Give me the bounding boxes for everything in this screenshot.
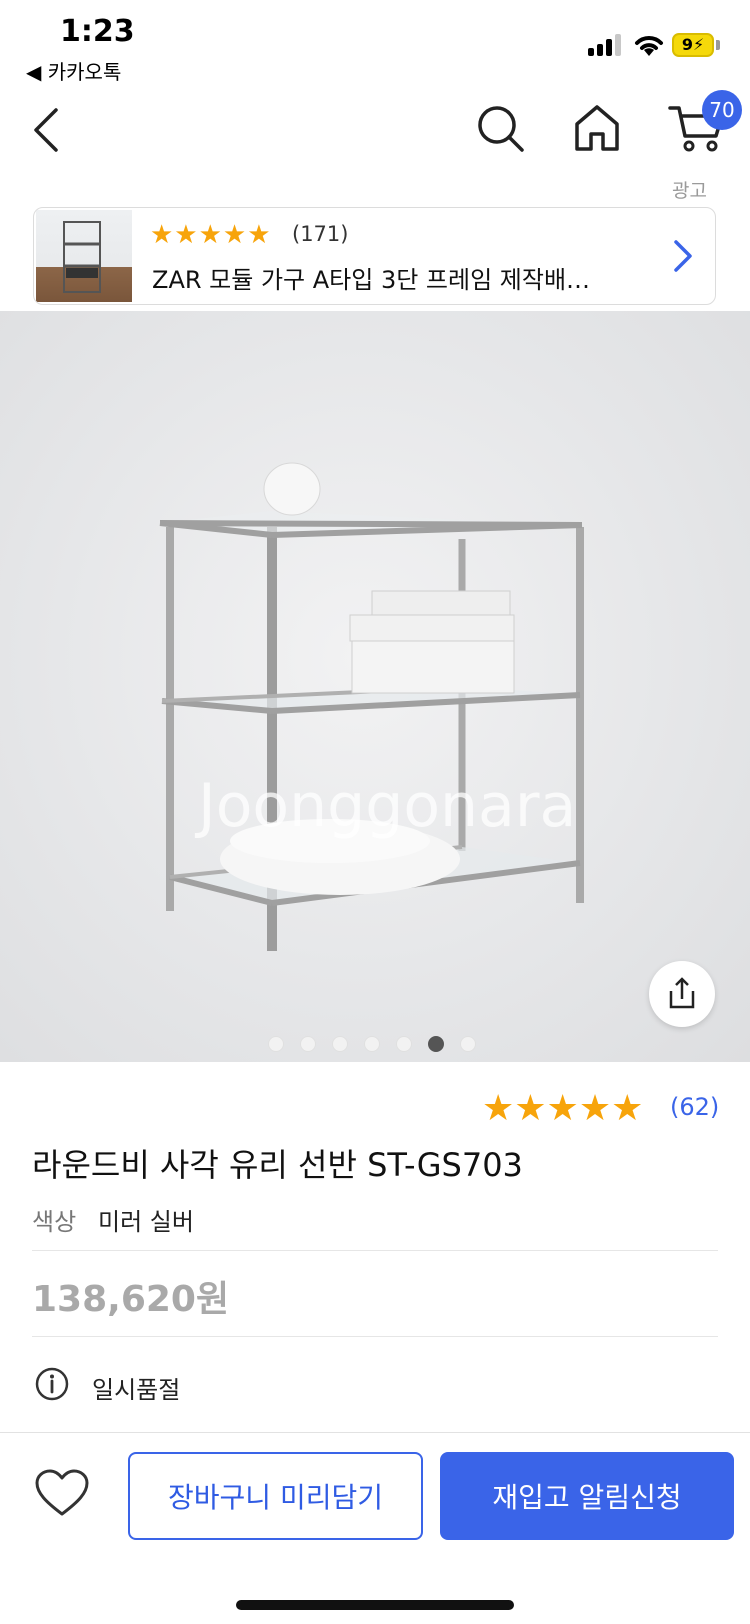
image-watermark: Joonggonara xyxy=(198,771,577,841)
heart-icon[interactable] xyxy=(34,1468,90,1518)
ad-review-count: (171) xyxy=(292,222,349,246)
share-button[interactable] xyxy=(649,961,715,1027)
home-icon[interactable] xyxy=(572,102,622,154)
option-label: 색상 xyxy=(32,1208,77,1236)
page-dot[interactable] xyxy=(268,1036,284,1052)
product-title: 라운드비 사각 유리 선반 ST-GS703 xyxy=(32,1146,523,1184)
ad-banner[interactable]: ★★★★★ (171) ZAR 모듈 가구 A타입 3단 프레임 제작배… xyxy=(33,207,716,305)
wifi-icon xyxy=(635,36,663,56)
product-photo-glass-shelf xyxy=(159,462,584,951)
product-rating-stars: ★★★★★ xyxy=(482,1088,644,1129)
divider xyxy=(32,1250,718,1251)
battery-icon: 9⚡ xyxy=(672,33,714,57)
product-price: 138,620원 xyxy=(32,1279,230,1320)
back-arrow-icon[interactable] xyxy=(24,100,68,160)
ad-title: ZAR 모듈 가구 A타입 3단 프레임 제작배… xyxy=(152,266,591,294)
option-value: 미러 실버 xyxy=(98,1208,194,1236)
add-to-cart-button[interactable]: 장바구니 미리담기 xyxy=(128,1452,423,1540)
signal-icon xyxy=(588,34,624,56)
product-image-gallery[interactable]: Joonggonara xyxy=(0,311,750,1062)
divider xyxy=(32,1336,718,1337)
chevron-right-icon xyxy=(674,240,692,272)
battery-level: 9 xyxy=(681,35,693,54)
cart-count-badge[interactable]: 70 xyxy=(702,90,742,130)
gallery-page-indicator xyxy=(268,1036,488,1054)
page-dot[interactable] xyxy=(364,1036,380,1052)
ad-product-thumbnail xyxy=(36,210,132,302)
status-time: 1:23 xyxy=(60,14,135,49)
restock-alert-button[interactable]: 재입고 알림신청 xyxy=(440,1452,734,1540)
search-icon[interactable] xyxy=(476,104,526,154)
back-to-app-link[interactable]: ◀ 카카오톡 xyxy=(26,56,121,85)
home-indicator xyxy=(236,1600,514,1610)
page-dot[interactable] xyxy=(460,1036,476,1052)
stock-status: 일시품절 xyxy=(92,1376,181,1404)
page-dot[interactable] xyxy=(332,1036,348,1052)
page-dot[interactable] xyxy=(300,1036,316,1052)
ad-label: 광고 xyxy=(672,180,707,202)
product-review-count[interactable]: (62) xyxy=(670,1093,719,1121)
share-icon xyxy=(669,977,695,1009)
page-dot-active[interactable] xyxy=(428,1036,444,1052)
info-icon xyxy=(35,1367,69,1401)
page-dot[interactable] xyxy=(396,1036,412,1052)
status-bar: 1:23 ◀ 카카오톡 9⚡ xyxy=(0,0,750,88)
ad-rating-stars: ★★★★★ xyxy=(150,220,272,250)
battery-tip xyxy=(716,40,720,50)
